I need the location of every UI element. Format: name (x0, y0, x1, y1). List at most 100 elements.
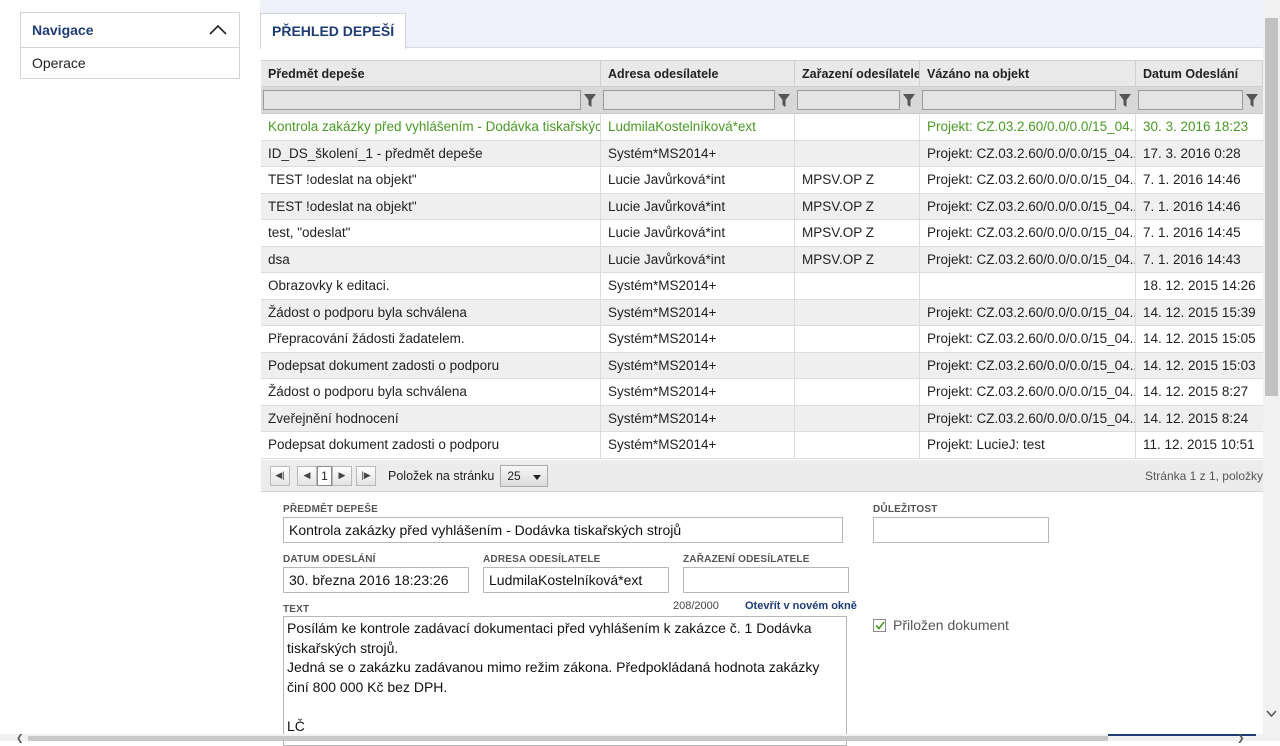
filter-input-sender-category[interactable] (797, 90, 900, 110)
chevron-up-icon[interactable] (209, 22, 227, 38)
date-label: DATUM ODESLÁNÍ (283, 554, 376, 565)
cell-subject: Obrazovky k editaci. (261, 273, 601, 299)
text-counter: 208/2000 (673, 600, 719, 612)
cell-subject: Podepsat dokument zadosti o podporu (261, 352, 601, 378)
table-row[interactable]: TEST !odeslat na objekt" Lucie Javůrková*… (261, 167, 1263, 194)
cell-sender-address: Lucie Javůrková*int (601, 246, 795, 272)
cell-sent-date: 30. 3. 2016 18:23 (1143, 119, 1249, 135)
navigation-header[interactable]: Navigace (21, 13, 239, 48)
cell-bound-object: Projekt: CZ.03.2.60/0.0/0.0/15_04... (920, 326, 1136, 352)
page-size-select[interactable]: 25 (500, 464, 549, 487)
filter-input-bound-object[interactable] (922, 90, 1116, 110)
cell-sender-address: Systém*MS2014+ (601, 140, 795, 166)
filter-icon[interactable] (1243, 90, 1261, 110)
text-line (287, 697, 843, 717)
column-header-subject[interactable]: Předmět depeše (261, 61, 601, 86)
column-header-bound-object[interactable]: Vázáno na objekt (920, 61, 1136, 86)
filter-icon[interactable] (1116, 90, 1134, 110)
cell-subject: dsa (261, 246, 601, 272)
importance-label: DŮLEŽITOST (873, 504, 938, 515)
text-line: Jedná se o zakázku zadávanou mimo režim … (287, 659, 820, 695)
table-row[interactable]: test, "odeslat" Lucie Javůrková*int MPSV.O… (261, 220, 1263, 247)
cell-subject: Kontrola zakázky před vyhlášením - Dodáv… (261, 114, 601, 140)
table-row[interactable]: ID_DS_školení_1 - předmět depeše Systém*M… (261, 140, 1263, 167)
prev-page-button[interactable]: ◀ (297, 465, 317, 486)
cell-bound-object: Projekt: CZ.03.2.60/0.0/0.0/15_04... (920, 405, 1136, 431)
cell-sender-category (795, 405, 920, 431)
cell-sender-category (795, 140, 920, 166)
cell-subject: Přepracování žádosti žadatelem. (261, 326, 601, 352)
category-label: ZAŘAZENÍ ODESÍLATELE (683, 554, 810, 565)
cell-subject: Zveřejnění hodnocení (261, 405, 601, 431)
tab-prehled-depesi[interactable]: PŘEHLED DEPEŠÍ (260, 13, 407, 49)
date-field[interactable]: 30. března 2016 18:23:26 (283, 567, 469, 593)
table-row[interactable]: Obrazovky k editaci. Systém*MS2014+ 18. 12… (261, 273, 1263, 300)
table-row[interactable]: Přepracování žádosti žadatelem. Systém*MS… (261, 326, 1263, 353)
table-row[interactable]: TEST !odeslat na objekt" Lucie Javůrková*… (261, 193, 1263, 220)
cell-sent-date: 7. 1. 2016 14:46 (1143, 198, 1241, 214)
horizontal-scrollbar-thumb[interactable] (28, 736, 1108, 741)
cell-sent-date: 7. 1. 2016 14:46 (1143, 172, 1241, 188)
table-row[interactable]: Žádost o podporu byla schválena Systém*MS… (261, 299, 1263, 326)
cell-sent-date: 14. 12. 2015 8:27 (1143, 384, 1249, 400)
filter-input-sent-date[interactable] (1138, 90, 1243, 110)
filter-icon[interactable] (581, 90, 599, 110)
filter-cell-sender-category (795, 87, 920, 113)
scroll-left-arrow-icon[interactable]: ❮ (16, 733, 24, 744)
column-header-sender-category[interactable]: Zařazení odesílatele (795, 61, 920, 86)
cell-sender-address: Systém*MS2014+ (601, 432, 795, 458)
cell-subject: test, "odeslat" (261, 220, 601, 246)
cell-sent-date: 14. 12. 2015 15:03 (1143, 357, 1256, 373)
cell-sender-address: Systém*MS2014+ (601, 405, 795, 431)
cell-bound-object: Projekt: CZ.03.2.60/0.0/0.0/15_04... (920, 299, 1136, 325)
subject-field[interactable]: Kontrola zakázky před vyhlášením - Dodáv… (283, 517, 843, 543)
cell-sent-date: 14. 12. 2015 15:39 (1143, 304, 1256, 320)
scroll-down-arrow-icon[interactable] (1264, 706, 1279, 720)
filter-cell-sent-date (1136, 87, 1263, 113)
filter-input-subject[interactable] (263, 90, 581, 110)
cell-bound-object: Projekt: CZ.03.2.60/0.0/0.0/15_04... (920, 140, 1136, 166)
vertical-scrollbar-thumb[interactable] (1265, 18, 1278, 396)
current-page-input[interactable]: 1 (317, 465, 332, 486)
cell-sender-category (795, 379, 920, 405)
open-in-new-window-link[interactable]: Otevřít v novém okně (745, 600, 857, 612)
cell-sender-address: Lucie Javůrková*int (601, 167, 795, 193)
attached-document-checkbox[interactable] (873, 619, 886, 632)
cell-sender-address: LudmilaKostelníková*ext (601, 114, 795, 140)
cell-sender-address: Systém*MS2014+ (601, 379, 795, 405)
table-row[interactable]: Žádost o podporu byla schválena Systém*MS… (261, 379, 1263, 406)
category-field[interactable] (683, 567, 849, 593)
cell-sender-category (795, 432, 920, 458)
cell-sent-date: 17. 3. 2016 0:28 (1143, 145, 1241, 161)
address-label: ADRESA ODESÍLATELE (483, 554, 601, 565)
navigation-panel: Navigace Operace (20, 12, 240, 79)
table-row[interactable]: Podepsat dokument zadosti o podporu Systé… (261, 432, 1263, 459)
last-page-button[interactable]: |▶ (356, 465, 376, 486)
column-header-sent-date[interactable]: Datum Odeslání (1136, 61, 1263, 86)
cell-bound-object: Projekt: LucieJ: test (920, 432, 1136, 458)
text-area[interactable]: Posílám ke kontrole zadávací dokumentaci… (283, 616, 847, 746)
first-page-button[interactable]: ◀​| (270, 465, 290, 486)
cell-sender-address: Systém*MS2014+ (601, 352, 795, 378)
cell-sent-date: 14. 12. 2015 8:24 (1143, 410, 1249, 426)
cell-bound-object: Projekt: CZ.03.2.60/0.0/0.0/15_04... (920, 352, 1136, 378)
table-row[interactable]: Podepsat dokument zadosti o podporu Systé… (261, 352, 1263, 379)
checkmark-icon (874, 621, 885, 630)
active-indicator (1108, 734, 1256, 736)
filter-icon[interactable] (775, 90, 793, 110)
filter-input-sender-address[interactable] (603, 90, 775, 110)
table-row[interactable]: Kontrola zakázky před vyhlášením - Dodáv… (261, 114, 1263, 141)
filter-icon[interactable] (900, 90, 918, 110)
filter-cell-bound-object (920, 87, 1136, 113)
scroll-right-arrow-icon[interactable]: ❯ (1237, 733, 1245, 744)
importance-field[interactable] (873, 517, 1049, 543)
cell-bound-object: Projekt: CZ.03.2.60/0.0/0.0/15_04... (920, 220, 1136, 246)
nav-item-operace[interactable]: Operace (21, 48, 239, 78)
column-header-sender-address[interactable]: Adresa odesílatele (601, 61, 795, 86)
address-field[interactable]: LudmilaKostelníková*ext (483, 567, 669, 593)
caret-down-icon (533, 469, 542, 483)
table-row[interactable]: Zveřejnění hodnocení Systém*MS2014+ Projek… (261, 405, 1263, 432)
cell-sender-address: Lucie Javůrková*int (601, 193, 795, 219)
table-row[interactable]: dsa Lucie Javůrková*int MPSV.OP Z Projekt: … (261, 246, 1263, 273)
next-page-button[interactable]: ▶ (332, 465, 352, 486)
